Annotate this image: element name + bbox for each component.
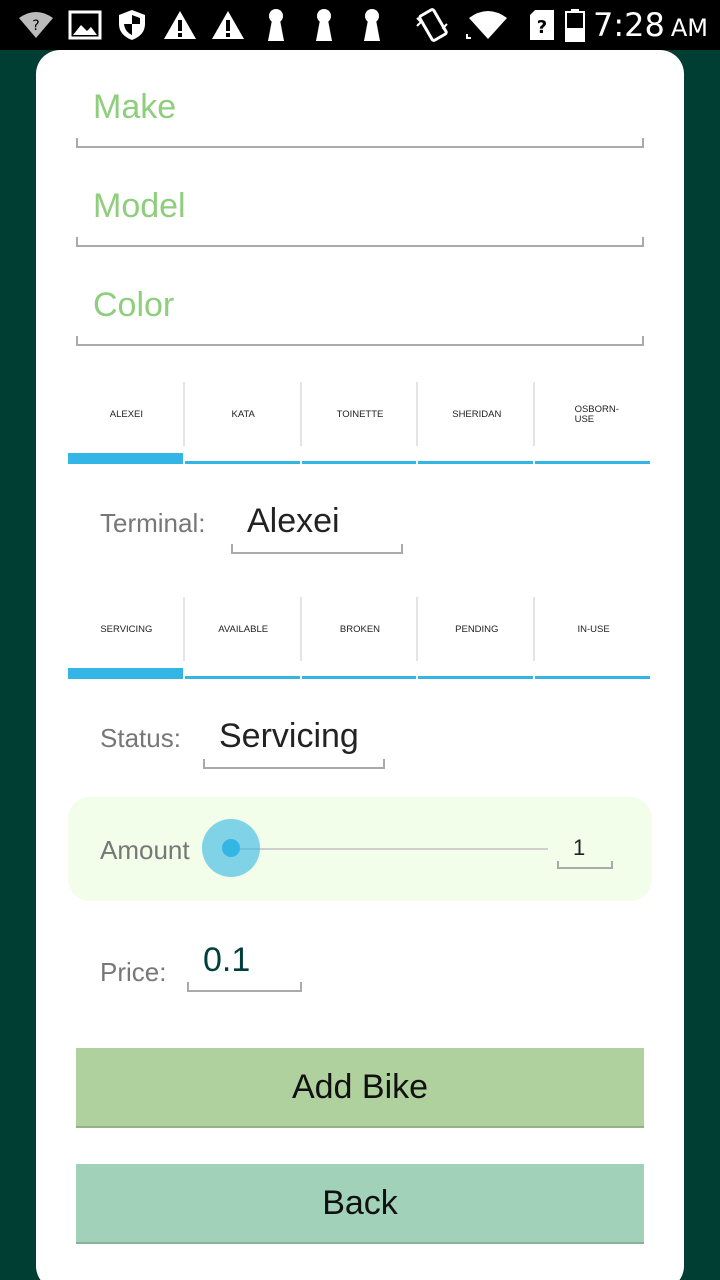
tab-label: SERVICING bbox=[100, 624, 153, 635]
model-underline bbox=[76, 237, 644, 247]
wifi-icon bbox=[464, 8, 512, 42]
price-underline bbox=[187, 982, 302, 992]
tab-alexei[interactable]: ALEXEI bbox=[68, 382, 185, 464]
tab-indicator bbox=[418, 676, 534, 679]
tab-pending[interactable]: PENDING bbox=[418, 597, 536, 679]
amount-slider-thumb[interactable] bbox=[222, 839, 240, 857]
clock-ampm: AM bbox=[670, 14, 708, 42]
make-placeholder: Make bbox=[93, 88, 177, 126]
amount-underline bbox=[557, 861, 613, 869]
vibrate-icon bbox=[412, 8, 452, 42]
tab-indicator bbox=[68, 453, 183, 464]
svg-text:?: ? bbox=[32, 18, 39, 34]
tab-label: TOINETTE bbox=[336, 409, 384, 420]
tab-in-use[interactable]: IN-USE bbox=[535, 597, 652, 679]
tab-indicator bbox=[68, 668, 183, 679]
add-bike-dialog: Make Model Color ALEXEI KATA TOINETTE SH… bbox=[36, 50, 684, 1280]
sim-unknown-icon: ? bbox=[528, 8, 556, 42]
status-label: Status: bbox=[100, 723, 181, 753]
tab-indicator bbox=[535, 676, 650, 679]
color-placeholder: Color bbox=[93, 286, 175, 324]
status-bar: ? ? 7:28 AM bbox=[0, 0, 720, 50]
tab-label: KATA bbox=[231, 409, 255, 420]
tab-label: PENDING bbox=[455, 624, 499, 635]
tab-indicator bbox=[535, 461, 650, 464]
warning-icon bbox=[162, 8, 198, 42]
price-label: Price: bbox=[100, 957, 167, 987]
tab-broken[interactable]: BROKEN bbox=[301, 597, 419, 679]
model-placeholder: Model bbox=[93, 187, 186, 225]
tab-sheridan[interactable]: SHERIDAN bbox=[418, 382, 536, 464]
tab-label: BROKEN bbox=[339, 624, 381, 635]
tab-kata[interactable]: KATA bbox=[184, 382, 302, 464]
tab-label: OSBORN-USE bbox=[574, 404, 619, 425]
tab-indicator bbox=[301, 676, 417, 679]
tab-servicing[interactable]: SERVICING bbox=[68, 597, 185, 679]
tab-toinette[interactable]: TOINETTE bbox=[301, 382, 419, 464]
amount-label: Amount bbox=[100, 835, 190, 865]
keyhole-icon bbox=[358, 8, 386, 42]
clock: 7:28 AM bbox=[593, 4, 708, 46]
tab-label: AVAILABLE bbox=[218, 624, 269, 635]
tab-available[interactable]: AVAILABLE bbox=[184, 597, 302, 679]
add-bike-button[interactable]: Add Bike bbox=[76, 1048, 644, 1128]
terminal-value[interactable]: Alexei bbox=[247, 502, 340, 541]
terminal-label: Terminal: bbox=[100, 508, 206, 538]
tab-label: ALEXEI bbox=[109, 409, 144, 420]
warning-icon bbox=[210, 8, 246, 42]
tab-label: IN-USE bbox=[577, 624, 610, 635]
model-input[interactable]: Model bbox=[76, 187, 644, 247]
status-value[interactable]: Servicing bbox=[219, 717, 359, 756]
keyhole-icon bbox=[262, 8, 290, 42]
amount-slider-track[interactable] bbox=[230, 848, 548, 850]
battery-icon bbox=[562, 8, 588, 42]
terminal-underline bbox=[231, 544, 403, 554]
make-underline bbox=[76, 138, 644, 148]
wifi-question-icon: ? bbox=[16, 8, 56, 42]
shield-icon bbox=[114, 8, 150, 42]
terminal-tabs: ALEXEI KATA TOINETTE SHERIDAN OSBORN-USE bbox=[68, 382, 652, 464]
keyhole-icon bbox=[310, 8, 338, 42]
tab-indicator bbox=[301, 461, 417, 464]
status-tabs: SERVICING AVAILABLE BROKEN PENDING IN-US… bbox=[68, 597, 652, 679]
tab-indicator bbox=[184, 676, 300, 679]
svg-text:?: ? bbox=[537, 17, 547, 38]
tab-label: SHERIDAN bbox=[452, 409, 502, 420]
back-button[interactable]: Back bbox=[76, 1164, 644, 1244]
clock-time: 7:28 bbox=[593, 6, 665, 44]
status-underline bbox=[203, 759, 385, 769]
color-underline bbox=[76, 336, 644, 346]
tab-osborn-use[interactable]: OSBORN-USE bbox=[535, 382, 652, 464]
amount-row: Amount 1 bbox=[68, 797, 652, 901]
price-value[interactable]: 0.1 bbox=[203, 941, 250, 980]
tab-indicator bbox=[184, 461, 300, 464]
color-input[interactable]: Color bbox=[76, 286, 644, 346]
tab-indicator bbox=[418, 461, 534, 464]
make-input[interactable]: Make bbox=[76, 88, 644, 148]
image-icon bbox=[66, 8, 104, 42]
amount-value[interactable]: 1 bbox=[573, 835, 585, 861]
